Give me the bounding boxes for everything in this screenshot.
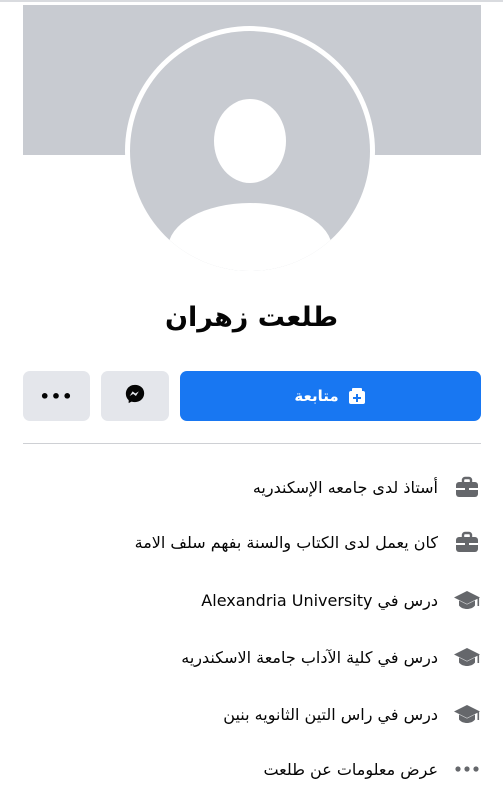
- avatar-placeholder: [130, 31, 370, 271]
- briefcase-icon: [453, 473, 481, 501]
- info-item-text: أستاذ لدى جامعه الإسكندريه: [252, 477, 438, 497]
- info-item-text: درس في راس التين الثانويه بنين: [223, 704, 438, 724]
- graduation-cap-icon: [453, 700, 481, 728]
- graduation-cap-icon: [453, 586, 481, 614]
- info-item-education-faculty: درس في كلية الآداب جامعة الاسكندريه: [181, 642, 481, 672]
- info-item-text: كان يعمل لدى الكتاب والسنة بفهم سلف الام…: [134, 532, 438, 552]
- info-item-text: درس في Alexandria University: [201, 590, 438, 610]
- info-item-text: درس في كلية الآداب جامعة الاسكندريه: [181, 647, 438, 667]
- add-follow-icon: [347, 386, 367, 406]
- follow-button-label: متابعة: [294, 387, 339, 405]
- info-item-education-university: درس في Alexandria University: [201, 585, 481, 615]
- graduation-cap-icon: [453, 643, 481, 671]
- follow-button[interactable]: متابعة: [180, 371, 481, 421]
- profile-avatar[interactable]: [125, 26, 375, 276]
- see-about-info-label: عرض معلومات عن طلعت: [263, 759, 438, 779]
- avatar-body-shape: [168, 203, 332, 271]
- avatar-head-shape: [214, 99, 286, 183]
- top-border: [0, 0, 503, 2]
- messenger-button[interactable]: [101, 371, 169, 421]
- info-item-work-current: أستاذ لدى جامعه الإسكندريه: [253, 472, 481, 502]
- info-item-work-past: كان يعمل لدى الكتاب والسنة بفهم سلف الام…: [135, 527, 481, 557]
- more-options-button[interactable]: •••: [23, 371, 90, 421]
- section-divider: [23, 443, 481, 444]
- more-options-label: •••: [39, 386, 74, 406]
- info-item-education-school: درس في راس التين الثانويه بنين: [223, 699, 481, 729]
- briefcase-icon: [453, 528, 481, 556]
- profile-name: طلعت زهران: [164, 302, 339, 333]
- more-dots-icon: [453, 755, 481, 783]
- see-about-info-link[interactable]: عرض معلومات عن طلعت: [263, 754, 481, 784]
- messenger-icon: [124, 383, 146, 409]
